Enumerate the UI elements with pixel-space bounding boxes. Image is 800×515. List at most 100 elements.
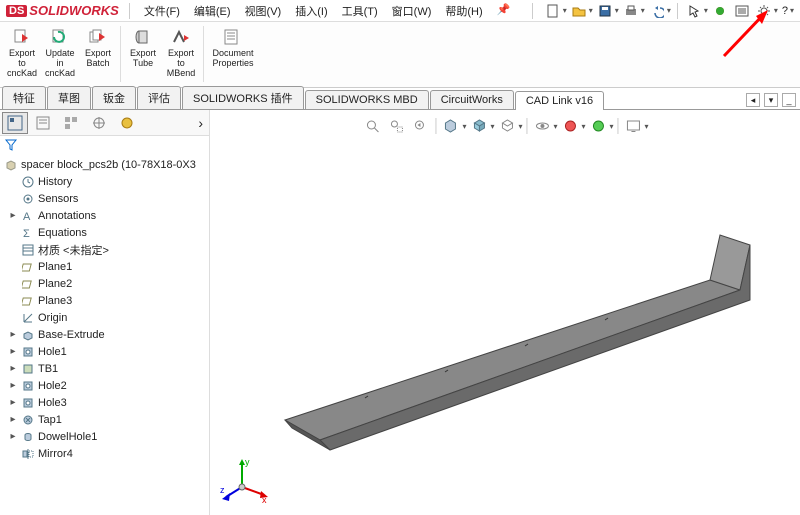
menu-view[interactable]: 视图(V) bbox=[245, 3, 282, 19]
tree-filter-icon[interactable] bbox=[0, 136, 209, 154]
tab-sw-addins[interactable]: SOLIDWORKS 插件 bbox=[182, 86, 304, 109]
rebuild-icon[interactable] bbox=[710, 2, 730, 20]
tree-item[interactable]: 材质 <未指定> bbox=[2, 241, 207, 258]
print-icon[interactable] bbox=[621, 2, 641, 20]
ribbon-label: Export to MBend bbox=[165, 48, 197, 78]
dropdown-icon[interactable]: ▾ bbox=[518, 122, 522, 131]
help-icon[interactable]: ? bbox=[780, 5, 790, 17]
save-icon[interactable] bbox=[595, 2, 615, 20]
dropdown-icon[interactable]: ▾ bbox=[610, 122, 614, 131]
tab-sketch[interactable]: 草图 bbox=[47, 86, 91, 109]
tree-item[interactable]: ▸DowelHole1 bbox=[2, 428, 207, 445]
dropdown-icon[interactable]: ▾ bbox=[645, 122, 649, 131]
tab-scroll-left-icon[interactable]: ◂ bbox=[746, 93, 760, 107]
tree-item[interactable]: ▸Hole2 bbox=[2, 377, 207, 394]
dropdown-icon[interactable]: ▾ bbox=[490, 122, 494, 131]
settings-gear-icon[interactable] bbox=[754, 2, 774, 20]
dropdown-icon[interactable]: ▾ bbox=[704, 6, 708, 15]
update-in-cnckad-button[interactable]: Update in cncKad bbox=[42, 24, 78, 81]
config-manager-tab-icon[interactable] bbox=[58, 112, 84, 134]
tree-item[interactable]: Origin bbox=[2, 309, 207, 326]
tab-cad-link[interactable]: CAD Link v16 bbox=[515, 91, 604, 110]
tree-root-part[interactable]: spacer block_pcs2b (10-78X18-0X3 bbox=[2, 156, 207, 173]
tab-sheetmetal[interactable]: 钣金 bbox=[92, 86, 136, 109]
tab-sw-mbd[interactable]: SOLIDWORKS MBD bbox=[305, 90, 429, 109]
expand-arrow-icon[interactable]: ▸ bbox=[8, 414, 18, 425]
dropdown-icon[interactable]: ▾ bbox=[667, 6, 671, 15]
tree-item[interactable]: History bbox=[2, 173, 207, 190]
edit-appearance-icon[interactable] bbox=[560, 116, 582, 136]
tab-minimize-icon[interactable]: _ bbox=[782, 93, 796, 107]
export-tube-button[interactable]: Export Tube bbox=[125, 24, 161, 71]
feature-tree-tab-icon[interactable] bbox=[2, 112, 28, 134]
menu-pin-icon[interactable]: 📌 bbox=[497, 3, 511, 19]
previous-view-icon[interactable] bbox=[409, 116, 431, 136]
new-doc-icon[interactable] bbox=[543, 2, 563, 20]
dropdown-icon[interactable]: ▾ bbox=[582, 122, 586, 131]
property-manager-tab-icon[interactable] bbox=[30, 112, 56, 134]
graphics-viewport[interactable]: ▾ ▾ ▾ ▾ ▾ ▾ ▾ y x z bbox=[210, 110, 800, 515]
sensors-icon bbox=[21, 192, 35, 206]
view-orientation-icon[interactable] bbox=[468, 116, 490, 136]
logo-ds-badge: DS bbox=[6, 5, 27, 17]
orientation-triad[interactable]: y x z bbox=[220, 455, 270, 505]
tree-item[interactable]: Plane2 bbox=[2, 275, 207, 292]
panel-expand-icon[interactable]: › bbox=[194, 115, 207, 131]
tree-item[interactable]: ▸AAnnotations bbox=[2, 207, 207, 224]
dropdown-icon[interactable]: ▾ bbox=[589, 6, 593, 15]
tab-circuitworks[interactable]: CircuitWorks bbox=[430, 90, 514, 109]
dropdown-icon[interactable]: ▾ bbox=[615, 6, 619, 15]
tree-item[interactable]: ▸Hole3 bbox=[2, 394, 207, 411]
view-settings-icon[interactable] bbox=[623, 116, 645, 136]
dropdown-icon[interactable]: ▾ bbox=[790, 6, 794, 15]
hide-show-icon[interactable] bbox=[531, 116, 553, 136]
expand-arrow-icon[interactable]: ▸ bbox=[8, 431, 18, 442]
export-to-cnckad-button[interactable]: Export to cncKad bbox=[4, 24, 40, 81]
section-view-icon[interactable] bbox=[440, 116, 462, 136]
menu-insert[interactable]: 插入(I) bbox=[295, 3, 327, 19]
tree-item[interactable]: Plane3 bbox=[2, 292, 207, 309]
apply-scene-icon[interactable] bbox=[588, 116, 610, 136]
dropdown-icon[interactable]: ▾ bbox=[563, 6, 567, 15]
dimxpert-tab-icon[interactable] bbox=[86, 112, 112, 134]
dropdown-icon[interactable]: ▾ bbox=[774, 6, 778, 15]
tree-item[interactable]: ΣEquations bbox=[2, 224, 207, 241]
tree-item[interactable]: ▸Hole1 bbox=[2, 343, 207, 360]
expand-arrow-icon[interactable]: ▸ bbox=[8, 363, 18, 374]
document-properties-button[interactable]: Document Properties bbox=[208, 24, 258, 71]
expand-arrow-icon[interactable]: ▸ bbox=[8, 380, 18, 391]
dropdown-icon[interactable]: ▾ bbox=[553, 122, 557, 131]
export-batch-button[interactable]: Export Batch bbox=[80, 24, 116, 71]
menu-help[interactable]: 帮助(H) bbox=[445, 3, 482, 19]
display-manager-tab-icon[interactable] bbox=[114, 112, 140, 134]
display-style-icon[interactable] bbox=[496, 116, 518, 136]
tree-item[interactable]: ▸Tap1 bbox=[2, 411, 207, 428]
dowel-icon bbox=[21, 430, 35, 444]
tree-item[interactable]: Plane1 bbox=[2, 258, 207, 275]
open-icon[interactable] bbox=[569, 2, 589, 20]
zoom-fit-icon[interactable] bbox=[361, 116, 383, 136]
expand-arrow-icon[interactable]: ▸ bbox=[8, 346, 18, 357]
options-list-icon[interactable] bbox=[732, 2, 752, 20]
tree-item[interactable]: Sensors bbox=[2, 190, 207, 207]
zoom-area-icon[interactable] bbox=[385, 116, 407, 136]
select-cursor-icon[interactable] bbox=[684, 2, 704, 20]
menu-file[interactable]: 文件(F) bbox=[144, 3, 180, 19]
dropdown-icon[interactable]: ▾ bbox=[641, 6, 645, 15]
expand-arrow-icon[interactable]: ▸ bbox=[8, 329, 18, 340]
undo-icon[interactable] bbox=[647, 2, 667, 20]
menu-edit[interactable]: 编辑(E) bbox=[194, 3, 231, 19]
export-to-mbend-button[interactable]: Export to MBend bbox=[163, 24, 199, 81]
tree-item[interactable]: ▸TB1 bbox=[2, 360, 207, 377]
separator bbox=[129, 3, 130, 19]
tab-features[interactable]: 特征 bbox=[2, 86, 46, 109]
tree-item[interactable]: Mirror4 bbox=[2, 445, 207, 462]
tab-evaluate[interactable]: 评估 bbox=[137, 86, 181, 109]
expand-arrow-icon[interactable]: ▸ bbox=[8, 397, 18, 408]
menu-tools[interactable]: 工具(T) bbox=[342, 3, 378, 19]
dropdown-icon[interactable]: ▾ bbox=[462, 122, 466, 131]
tree-item[interactable]: ▸Base-Extrude bbox=[2, 326, 207, 343]
expand-arrow-icon[interactable]: ▸ bbox=[8, 210, 18, 221]
menu-window[interactable]: 窗口(W) bbox=[392, 3, 432, 19]
tab-dropdown-icon[interactable]: ▾ bbox=[764, 93, 778, 107]
